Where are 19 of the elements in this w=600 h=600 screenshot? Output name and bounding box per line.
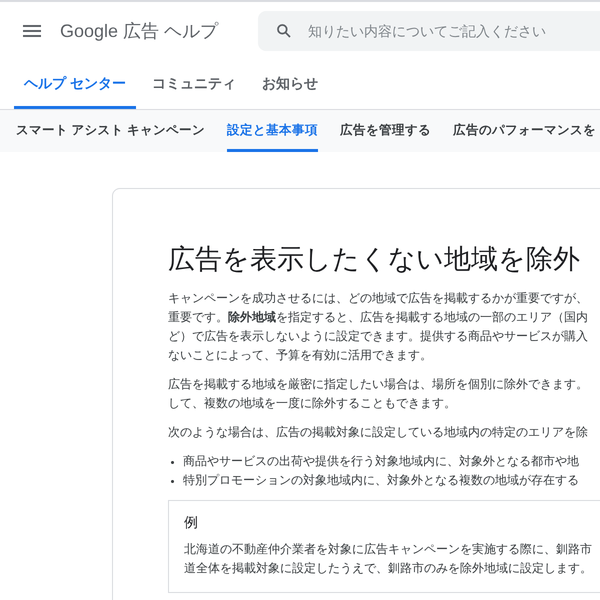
paragraph: 広告を掲載する地域を厳密に指定したい場合は、場所を個別に除外できます。 して、複数の地域を一度に除外することもできます。	[168, 376, 589, 412]
example-text: 北海道の不動産仲介業者を対象に広告キャンペーンを実施する際に、釧路市 道全体を掲載対象に設定したうえで、釧路市のみを除外地域に設定します。	[184, 541, 593, 577]
example-heading: 例	[184, 513, 199, 532]
list-item: 商品やサービスの出荷や提供を行う対象地域内に、対象外となる都市や地	[183, 453, 579, 470]
search-field[interactable]: 知りたい内容についてご記入ください	[258, 11, 600, 51]
paragraph: キャンペーンを成功させるには、どの地域で広告を掲載するかが重要ですが、 重要です。除外地域を指定すると、広告を掲載する地域の一部のエリア（国内 ど）で広告を表示しないように設定できます。提供する商品やサービスが購入 ないことによって、予算を有効に活用できます。	[168, 290, 589, 364]
nav-tab[interactable]: お知らせ	[252, 60, 328, 109]
category-tab[interactable]: 広告のパフォーマンスを	[452, 110, 596, 152]
search-icon	[276, 23, 292, 39]
category-tab[interactable]: 設定と基本事項	[226, 110, 318, 152]
category-tab[interactable]: スマート アシスト キャンペーン	[16, 110, 205, 152]
category-tab[interactable]: 広告を管理する	[340, 110, 431, 152]
bullet-icon	[171, 480, 174, 483]
site-title: Google 広告 ヘルプ	[60, 20, 218, 43]
article-title: 広告を表示したくない地域を除外	[168, 243, 581, 276]
list-item: 特別プロモーションの対象地域内に、対象外となる複数の地域が存在する	[183, 472, 579, 489]
paragraph: 次のような場合は、広告の掲載対象に設定している地域内の特定のエリアを除	[168, 424, 589, 441]
bullet-icon	[171, 461, 174, 464]
nav-tab[interactable]: コミュニティ	[142, 60, 246, 109]
